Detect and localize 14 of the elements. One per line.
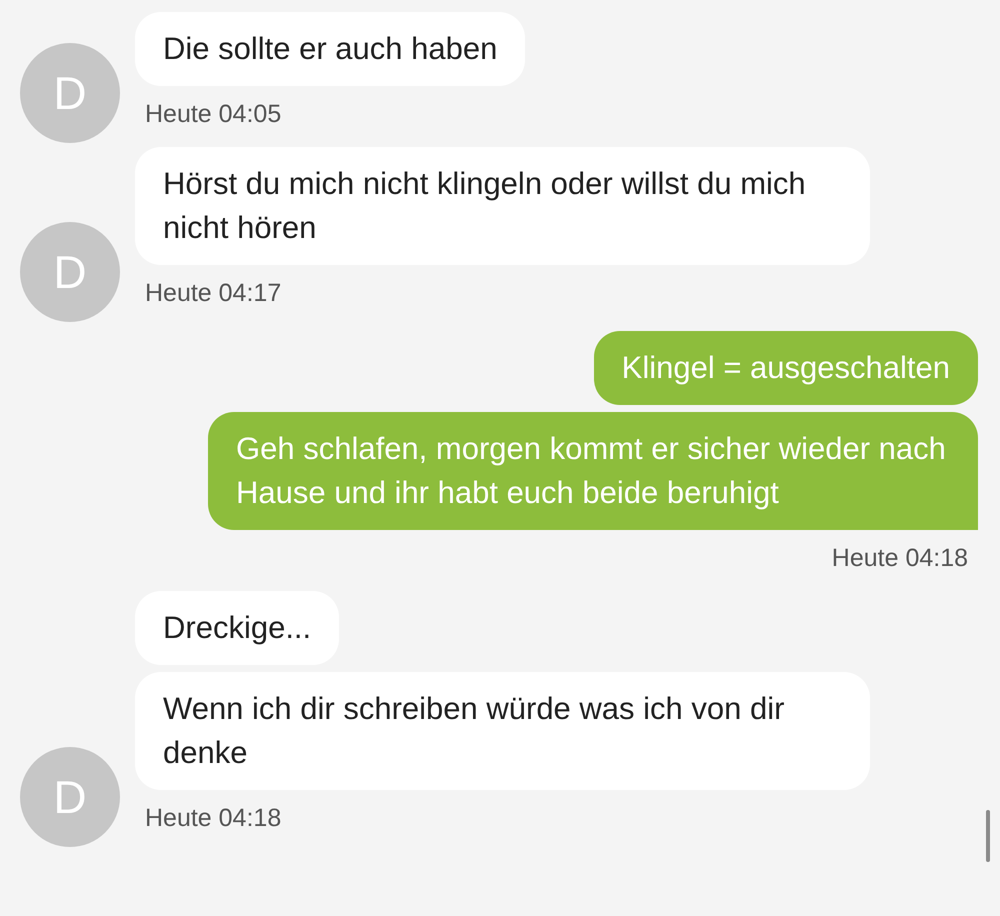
timestamp: Heute 04:18 <box>832 543 968 573</box>
message-bubble: Hörst du mich nicht klingeln oder willst du mich nicht hören <box>135 147 870 265</box>
message-bubble: Die sollte er auch haben <box>135 12 526 86</box>
timestamp: Heute 04:17 <box>145 278 282 308</box>
scrollbar[interactable] <box>986 810 990 862</box>
avatar[interactable]: D <box>20 43 120 143</box>
message-bubble: Geh schlafen, morgen kommt er sicher wieder nach Hause und ihr habt euch beide beruhigt <box>208 412 978 530</box>
message-bubble: Dreckige... <box>135 591 340 665</box>
timestamp: Heute 04:18 <box>145 803 282 833</box>
message-bubble: Klingel = ausgeschalten <box>594 331 978 405</box>
avatar[interactable]: D <box>20 747 120 847</box>
timestamp: Heute 04:05 <box>145 99 282 129</box>
avatar[interactable]: D <box>20 222 120 322</box>
message-bubble: Wenn ich dir schreiben würde was ich von dir denke <box>135 672 870 790</box>
